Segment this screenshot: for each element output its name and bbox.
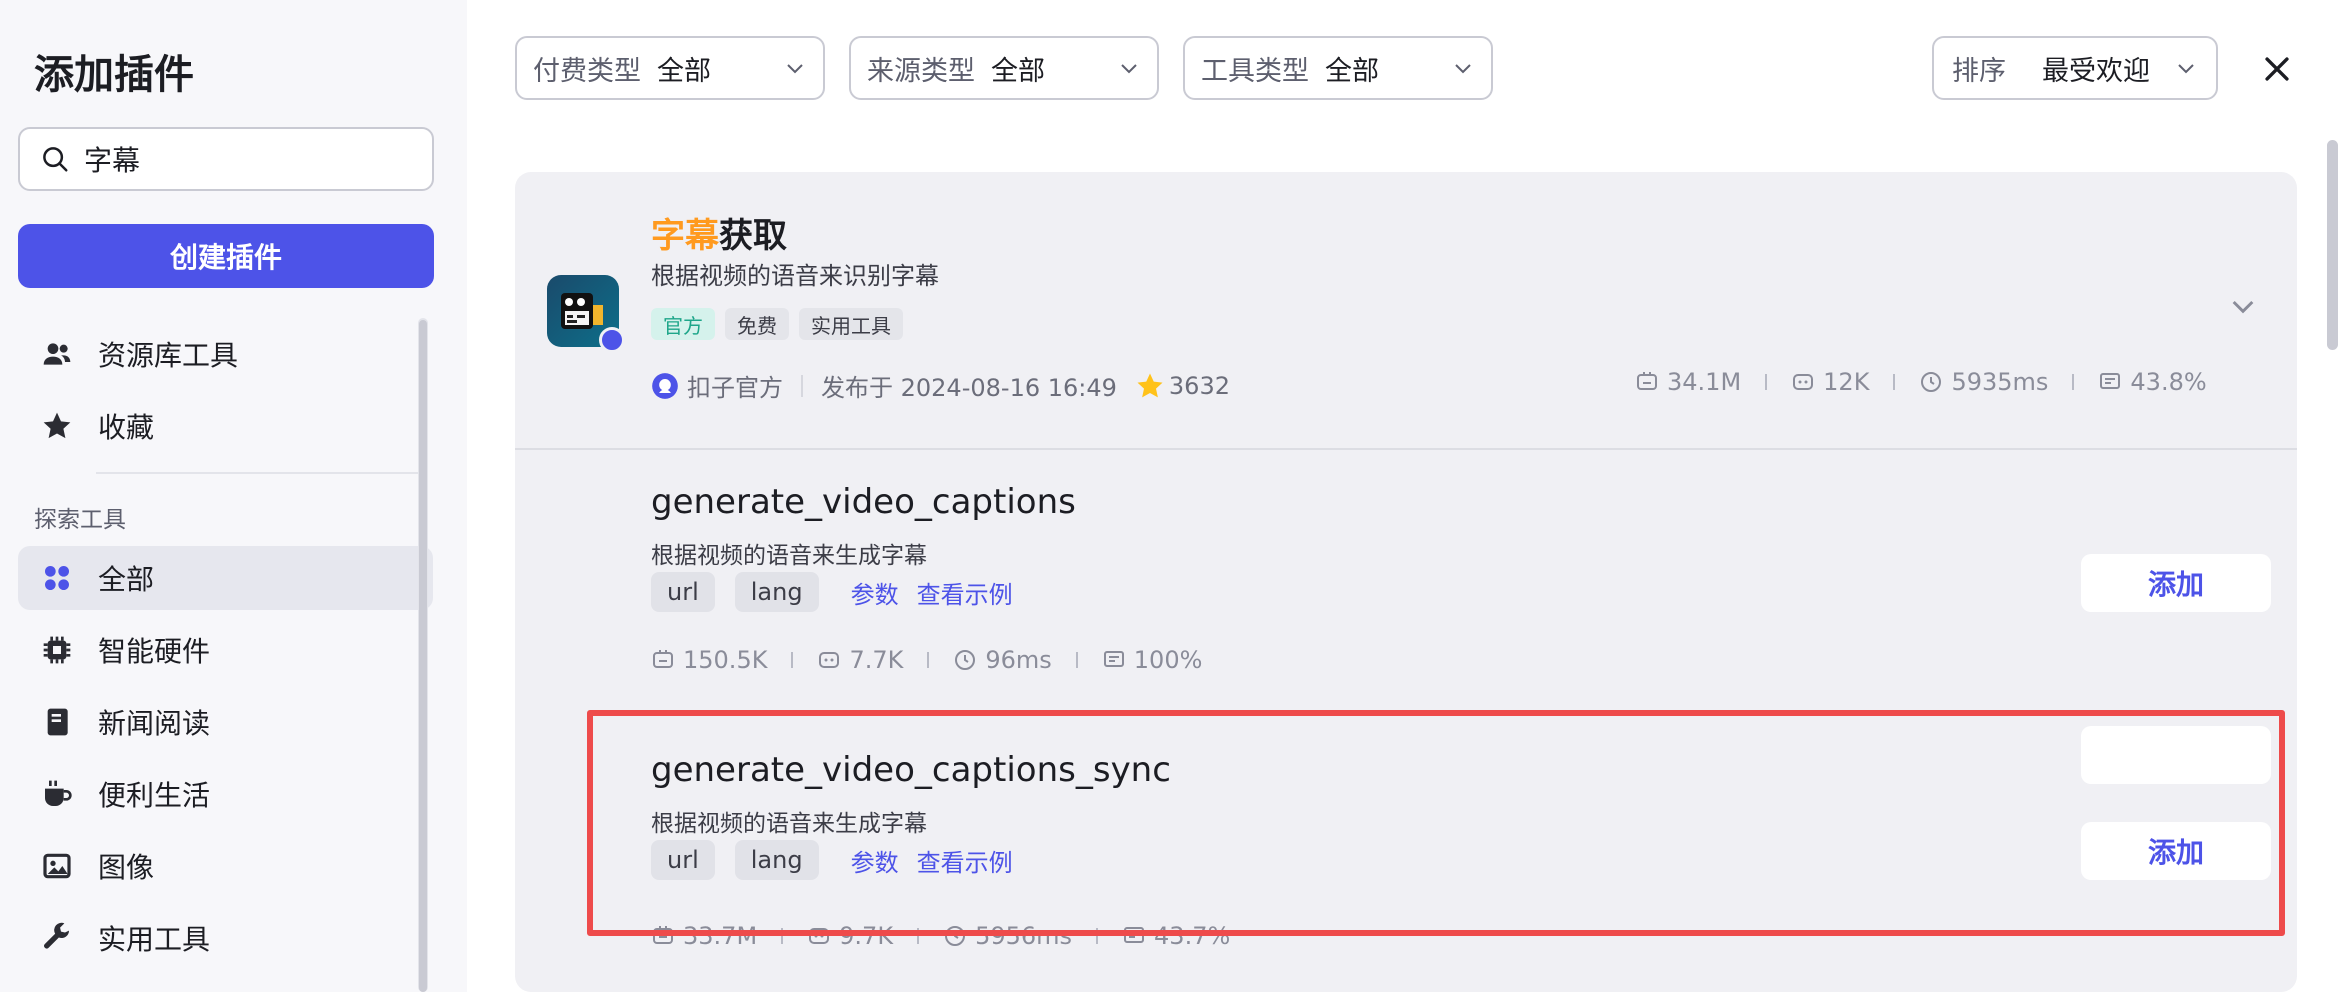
call-count-icon xyxy=(819,652,840,668)
cup-icon xyxy=(40,777,74,811)
view-example-link[interactable]: 查看示例 xyxy=(917,843,1013,878)
tool-type-filter[interactable]: 工具类型 全部 xyxy=(1183,36,1493,100)
bot-icon xyxy=(653,650,673,668)
main-scrollbar-thumb[interactable] xyxy=(2327,140,2338,350)
tool-item: generate_video_captions 根据视频的语音来生成字幕 url… xyxy=(515,450,2297,784)
plugin-title: 字幕获取 xyxy=(651,216,787,256)
sidebar-item-image[interactable]: 图像 xyxy=(18,834,433,898)
sidebar-item-label: 实用工具 xyxy=(98,923,211,956)
param-chip: lang xyxy=(734,572,819,612)
tool-stats: 33.7M 9.7K 5956ms 43.7% xyxy=(651,922,1230,950)
tag: 实用工具 xyxy=(799,308,903,340)
sidebar-item-label: 图像 xyxy=(98,851,155,884)
star-icon xyxy=(1137,373,1163,397)
sidebar-item-smart-hardware[interactable]: 智能硬件 xyxy=(18,618,433,682)
source-type-filter[interactable]: 来源类型 全部 xyxy=(849,36,1159,100)
chevron-down-icon[interactable] xyxy=(2227,290,2259,322)
sidebar-item-label: 资源库工具 xyxy=(98,339,239,372)
param-chip: url xyxy=(651,572,715,612)
chevron-down-icon xyxy=(2178,64,2194,74)
tool-stats: 150.5K 7.7K 96ms 100% xyxy=(651,646,1202,674)
tool-name: generate_video_captions xyxy=(651,482,1076,522)
tool-params: url lang 参数 查看示例 xyxy=(651,572,1019,612)
plugin-avatar xyxy=(547,275,625,353)
page-title: 添加插件 xyxy=(34,52,194,98)
sidebar-item-favorites[interactable]: 收藏 xyxy=(18,394,433,458)
chip-icon xyxy=(40,633,74,667)
bot-icon xyxy=(1637,372,1657,390)
search-input[interactable]: 字幕 xyxy=(18,127,434,191)
sidebar-item-library-tools[interactable]: 资源库工具 xyxy=(18,322,433,386)
add-tool-button[interactable]: 添加 xyxy=(2081,822,2271,880)
params-link[interactable]: 参数 xyxy=(851,843,899,878)
sidebar-item-label: 全部 xyxy=(98,563,155,596)
tool-description: 根据视频的语音来生成字幕 xyxy=(651,811,927,837)
publisher-name: 扣子官方 xyxy=(687,374,783,402)
search-icon xyxy=(40,144,70,174)
param-chip: lang xyxy=(734,840,819,880)
sidebar-item-label: 收藏 xyxy=(98,411,155,444)
add-tool-button[interactable]: 添加 xyxy=(2081,554,2271,612)
clock-icon xyxy=(1921,372,1942,392)
wrench-icon xyxy=(40,921,74,955)
call-count-icon xyxy=(1793,374,1814,390)
call-count-icon xyxy=(809,928,830,944)
star-count: 3632 xyxy=(1168,371,1230,400)
tool-description: 根据视频的语音来生成字幕 xyxy=(651,543,927,569)
clock-icon xyxy=(945,926,966,946)
plugin-meta: 扣子官方 发布于 2024-08-16 16:49 3632 xyxy=(651,368,1230,403)
star-icon xyxy=(40,409,74,443)
plugin-header[interactable]: 字幕获取 根据视频的语音来识别字幕 官方 免费 实用工具 扣子官方 发布于 20… xyxy=(515,172,2297,450)
publish-date: 发布于 2024-08-16 16:49 xyxy=(821,374,1117,402)
sidebar-item-news-reading[interactable]: 新闻阅读 xyxy=(18,690,433,754)
clock-icon xyxy=(955,650,976,670)
payment-type-filter[interactable]: 付费类型 全部 xyxy=(515,36,825,100)
sidebar-item-all[interactable]: 全部 xyxy=(18,546,433,610)
plugin-description: 根据视频的语音来识别字幕 xyxy=(651,262,939,290)
sidebar-item-convenient-life[interactable]: 便利生活 xyxy=(18,762,433,826)
success-rate-icon xyxy=(2100,373,2121,389)
chevron-down-icon xyxy=(1121,64,1137,74)
plugin-tags: 官方 免费 实用工具 xyxy=(651,308,903,340)
sort-select[interactable]: 排序 最受欢迎 xyxy=(1932,36,2218,100)
create-plugin-button[interactable]: 创建插件 xyxy=(18,224,434,288)
sidebar-scrollbar-thumb[interactable] xyxy=(419,320,427,992)
tool-params: url lang 参数 查看示例 xyxy=(651,840,1019,880)
success-rate-icon xyxy=(1103,651,1124,667)
view-example-link[interactable]: 查看示例 xyxy=(917,575,1013,610)
bot-icon xyxy=(653,926,673,944)
sidebar-item-label: 智能硬件 xyxy=(98,635,211,668)
success-rate-icon xyxy=(1124,927,1145,943)
sidebar: 添加插件 字幕 创建插件 资源库工具 收藏 探索工具 全部 智能硬件 新闻阅读 … xyxy=(0,0,467,992)
chevron-down-icon xyxy=(1455,64,1471,74)
users-icon xyxy=(40,337,74,371)
plugin-stats: 34.1M 12K 5935ms 43.8% xyxy=(1635,368,2207,396)
tool-name: generate_video_captions_sync xyxy=(651,750,1171,790)
publisher-logo-icon xyxy=(652,372,678,399)
search-value: 字幕 xyxy=(84,144,141,177)
section-label-explore: 探索工具 xyxy=(34,507,126,533)
plugin-card: 字幕获取 根据视频的语音来识别字幕 官方 免费 实用工具 扣子官方 发布于 20… xyxy=(515,172,2297,992)
sidebar-item-utilities[interactable]: 实用工具 xyxy=(18,906,433,970)
image-icon xyxy=(40,849,74,883)
param-chip: url xyxy=(651,840,715,880)
official-badge-icon xyxy=(599,327,625,353)
chevron-down-icon xyxy=(787,64,803,74)
sidebar-divider xyxy=(96,472,418,474)
book-icon xyxy=(40,705,74,739)
params-link[interactable]: 参数 xyxy=(851,575,899,610)
tag: 官方 xyxy=(651,308,715,340)
close-icon[interactable] xyxy=(2260,52,2294,86)
sidebar-item-label: 便利生活 xyxy=(98,779,211,812)
grid-icon xyxy=(40,561,74,595)
tag: 免费 xyxy=(725,308,789,340)
sidebar-item-label: 新闻阅读 xyxy=(98,707,211,740)
